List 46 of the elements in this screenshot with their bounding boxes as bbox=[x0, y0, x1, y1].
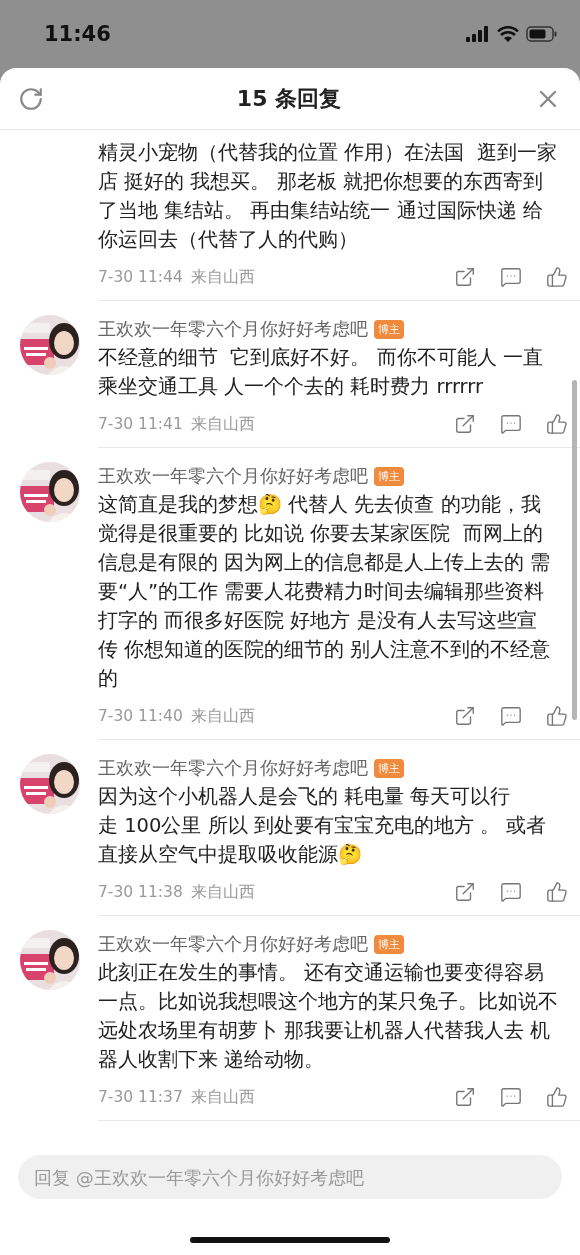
share-icon[interactable] bbox=[454, 1086, 476, 1108]
comment-text: 此刻正在发生的事情。 还有交通运输也要变得容易一点。比如说我想喂这个地方的某只兔子。比如说不远处农场里有胡萝卜 那我要让机器人代替我人去 机器人收割下来 递给动物。 bbox=[98, 960, 559, 1073]
comment-location: 来自山西 bbox=[190, 413, 255, 435]
author-badge: 博主 bbox=[374, 319, 404, 339]
share-icon[interactable] bbox=[454, 705, 476, 727]
sheet-title: 15 条回复 bbox=[236, 84, 342, 113]
reply-field[interactable]: 回复 @王欢欢一年零六个月你好好考虑吧 bbox=[18, 1155, 562, 1199]
comment-text: 不经意的细节 它到底好不好。 而你不可能人 一直乘坐交通工具 人一个个去的 耗时费力 rrrrrr bbox=[98, 345, 544, 400]
comment-date: 7-30 11:44 bbox=[98, 268, 183, 286]
comment-icon[interactable] bbox=[500, 705, 522, 727]
comment-icon[interactable] bbox=[500, 413, 522, 435]
status-time: 11:46 bbox=[44, 22, 111, 46]
author-name[interactable]: 王欢欢一年零六个月你好好考虑吧 bbox=[98, 317, 368, 341]
comment-text: 精灵小宠物（代替我的位置 作用）在法国 逛到一家店 挺好的 我想买。 那老板 就把你想要的东西寄到了当地 集结站。 再由集结站统一 通过国际快递 给你运回去（代替了人的代购） bbox=[98, 140, 558, 253]
share-icon[interactable] bbox=[454, 266, 476, 288]
signal-icon bbox=[466, 26, 490, 42]
comment-location: 来自山西 bbox=[190, 705, 255, 727]
author-badge: 博主 bbox=[374, 466, 404, 486]
comment-icon[interactable] bbox=[500, 1086, 522, 1108]
comment-date: 7-30 11:40 bbox=[98, 707, 183, 725]
author-name[interactable]: 王欢欢一年零六个月你好好考虑吧 bbox=[98, 464, 368, 488]
comment-text: 这简直是我的梦想🤔 代替人 先去侦查 的功能，我觉得是很重要的 比如说 你要去某家医院 而网上的信息是有限的 因为网上的信息都是人上传上去的 需要“人”的工作 需要人花费精力时间去编辑那些资料打字的 而很多好医院 好地方 是没有人去写这些宣传 你想知道的医院的细节的 别人注意不到的不经意的 bbox=[98, 492, 552, 692]
comment-icon[interactable] bbox=[500, 881, 522, 903]
wifi-icon bbox=[497, 26, 519, 42]
share-icon[interactable] bbox=[454, 413, 476, 435]
scrollbar[interactable] bbox=[572, 380, 577, 720]
author-badge: 博主 bbox=[374, 758, 404, 778]
comment-text: 因为这个小机器人是会飞的 耗电量 每天可以行走 100公里 所以 到处要有宝宝充电的地方 。 或者直接从空气中提取吸收能源🤔 bbox=[98, 784, 548, 868]
author-name[interactable]: 王欢欢一年零六个月你好好考虑吧 bbox=[98, 756, 368, 780]
comment-icon[interactable] bbox=[500, 266, 522, 288]
share-icon[interactable] bbox=[454, 881, 476, 903]
author-badge: 博主 bbox=[374, 934, 404, 954]
like-icon[interactable] bbox=[546, 705, 568, 727]
comment-date: 7-30 11:37 bbox=[98, 1088, 183, 1106]
refresh-icon[interactable] bbox=[18, 85, 44, 112]
comment-location: 来自山西 bbox=[190, 266, 255, 288]
like-icon[interactable] bbox=[546, 266, 568, 288]
comment-location: 来自山西 bbox=[190, 1086, 255, 1108]
like-icon[interactable] bbox=[546, 1086, 568, 1108]
comment-date: 7-30 11:41 bbox=[98, 415, 183, 433]
comment-date: 7-30 11:38 bbox=[98, 883, 183, 901]
battery-icon bbox=[526, 26, 558, 42]
comment-location: 来自山西 bbox=[190, 881, 255, 903]
like-icon[interactable] bbox=[546, 881, 568, 903]
author-name[interactable]: 王欢欢一年零六个月你好好考虑吧 bbox=[98, 932, 368, 956]
like-icon[interactable] bbox=[546, 413, 568, 435]
